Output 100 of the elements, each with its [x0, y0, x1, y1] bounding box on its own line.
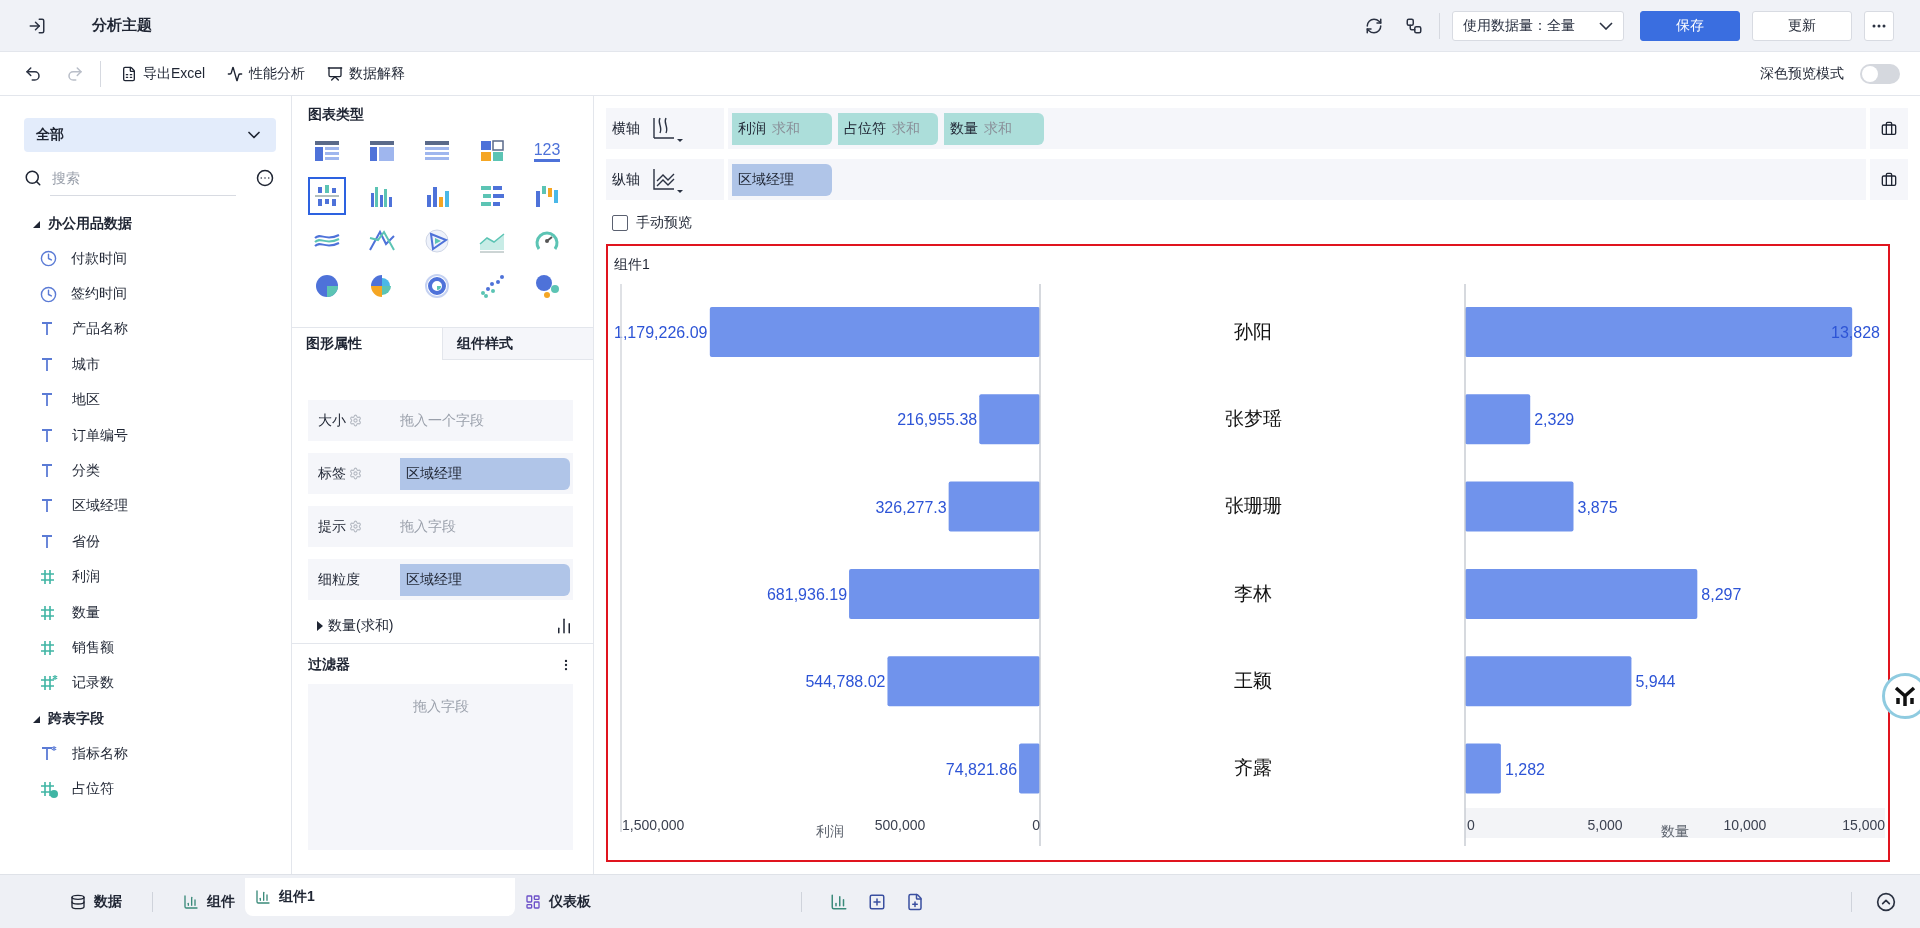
value-label: 8,297	[1701, 585, 1742, 603]
bottom-tab[interactable]: 组件	[173, 882, 245, 921]
chevron-down-icon	[1599, 21, 1613, 30]
bottom-tab[interactable]: 仪表板	[515, 882, 601, 921]
field-item[interactable]: 付款时间	[71, 249, 127, 268]
field-item[interactable]: 产品名称	[72, 320, 128, 339]
category-label: 孙阳	[1234, 319, 1272, 344]
field-chip[interactable]: 占位符 求和	[838, 112, 938, 145]
horizontal-bar-icon	[478, 183, 506, 209]
bubble-icon	[533, 273, 561, 299]
panel-tab[interactable]: 组件样式	[442, 328, 593, 360]
caret-icon[interactable]	[32, 219, 40, 228]
number-type-icon	[40, 674, 58, 693]
pulse-icon	[227, 65, 244, 82]
axis-title: 数量	[1661, 823, 1689, 839]
field-chip[interactable]: 区域经理	[400, 457, 570, 490]
field-item[interactable]: 城市	[72, 355, 100, 374]
clock-icon	[40, 250, 57, 268]
waterfall-icon	[533, 183, 561, 209]
tick-label: 0	[1032, 817, 1040, 833]
caret-icon[interactable]	[32, 714, 40, 723]
field-chip[interactable]: 区域经理	[400, 563, 570, 596]
field-item[interactable]: 销售额	[72, 639, 114, 657]
value-label: 74,821.86	[945, 760, 1018, 778]
tick-label: 0	[1467, 817, 1475, 833]
field-chip[interactable]: 数量 求和	[944, 112, 1044, 145]
group-label[interactable]: 办公用品数据	[48, 214, 132, 233]
toolbox-icon[interactable]	[1881, 171, 1897, 188]
table-icon	[368, 138, 396, 164]
category-label: 李林	[1234, 581, 1272, 606]
value-label: 1,179,226.09	[614, 324, 708, 341]
scope-select[interactable]: 全部	[24, 118, 276, 152]
board-icon	[327, 65, 344, 82]
toolbar-action[interactable]: 导出Excel	[113, 60, 214, 87]
category-label: 王颖	[1234, 668, 1272, 693]
bar	[1465, 394, 1531, 445]
bar-chart-icon	[313, 183, 341, 209]
page-title: 分析主题	[92, 16, 153, 35]
pie-chart-icon	[313, 273, 341, 299]
blocks-icon	[478, 138, 506, 164]
manual-preview-checkbox[interactable]: 手动预览	[612, 212, 1890, 234]
dark-preview-label: 深色预览模式	[1760, 64, 1844, 83]
group-label[interactable]: 跨表字段	[48, 709, 104, 728]
field-item[interactable]: 记录数	[72, 674, 114, 693]
axis-label: 纵轴	[612, 170, 640, 189]
toolbar-action[interactable]: 数据解释	[319, 60, 414, 87]
bottom-tab[interactable]: 数据	[60, 882, 132, 921]
field-item[interactable]: 利润	[72, 568, 100, 587]
tick-label: 15,000	[1842, 817, 1885, 833]
field-item[interactable]: 分类	[72, 462, 100, 481]
field-chip[interactable]: 利润 求和	[732, 112, 832, 145]
database-icon	[70, 893, 86, 910]
chart-icon	[255, 888, 271, 905]
field-chip[interactable]: 区域经理	[732, 163, 832, 196]
value-label: 326,277.3	[875, 498, 947, 516]
tick-label: 1,500,000	[622, 817, 685, 833]
text-type-icon	[40, 744, 58, 763]
search-icon	[24, 169, 42, 187]
field-item[interactable]: 地区	[72, 391, 100, 410]
tick-label: 5,000	[1587, 817, 1623, 833]
toolbox-icon[interactable]	[1881, 120, 1897, 137]
scatter-icon	[478, 273, 506, 299]
bottom-tab[interactable]: 组件1	[245, 877, 515, 916]
radar-icon	[423, 228, 451, 254]
field-item[interactable]: 订单编号	[72, 426, 128, 445]
section-title: 图表类型	[308, 106, 364, 122]
field-item[interactable]: 省份	[72, 532, 100, 551]
tick-label: 500,000	[874, 817, 926, 833]
property-label: 细粒度	[318, 570, 360, 589]
field-item[interactable]: 数量	[72, 603, 100, 622]
measure-toggle[interactable]: 数量(求和)	[316, 616, 394, 635]
caret-icon	[316, 620, 324, 631]
assistant-icon[interactable]	[1882, 673, 1920, 719]
donut-chart-icon	[423, 273, 451, 299]
category-label: 齐露	[1234, 756, 1272, 781]
search-field[interactable]: 搜索	[50, 160, 236, 196]
property-label: 大小	[318, 411, 346, 430]
field-item[interactable]: 占位符	[72, 780, 114, 799]
update-button[interactable]: 更新	[1752, 10, 1852, 41]
value-label: 681,936.19	[767, 585, 848, 603]
chart-type-option[interactable]	[308, 177, 346, 215]
bar	[979, 394, 1040, 445]
dark-preview-toggle[interactable]	[1860, 63, 1900, 84]
value-label: 1,282	[1504, 760, 1545, 778]
property-label: 标签	[318, 464, 346, 483]
bar	[1465, 743, 1501, 794]
section-title: 过滤器	[308, 656, 350, 674]
more-icon	[1872, 23, 1886, 28]
bar-chart-icon[interactable]	[555, 616, 573, 635]
dashboard-icon	[525, 893, 541, 910]
value-label: 216,955.38	[897, 411, 978, 429]
axis-title: 利润	[816, 823, 844, 839]
toolbar-action[interactable]: 性能分析	[219, 60, 314, 87]
more-icon[interactable]	[256, 169, 274, 187]
field-item[interactable]: 区域经理	[72, 497, 128, 516]
data-amount-select[interactable]: 使用数据量：全量	[1452, 10, 1624, 41]
field-item[interactable]: 指标名称	[72, 744, 128, 763]
field-item[interactable]: 签约时间	[71, 285, 127, 304]
value-label: 3,875	[1577, 498, 1618, 516]
save-button[interactable]: 保存	[1640, 10, 1740, 41]
